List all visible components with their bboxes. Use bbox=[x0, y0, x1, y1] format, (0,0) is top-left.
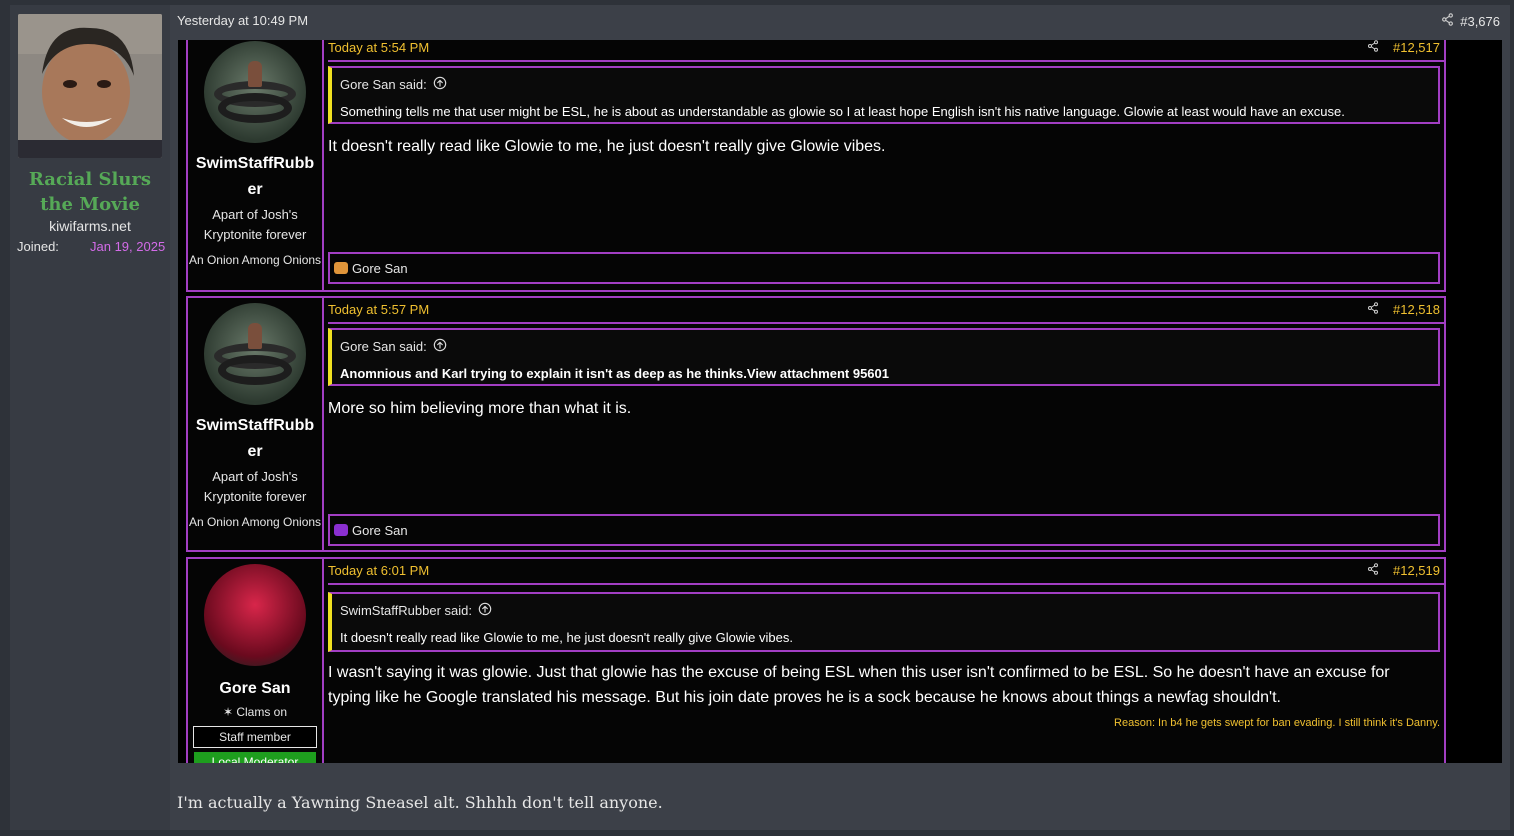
embedded-user-panel: SwimStaffRubber Apart of Josh's Kryptoni… bbox=[188, 298, 324, 550]
share-icon bbox=[1367, 40, 1379, 55]
share-icon bbox=[1367, 563, 1379, 578]
embedded-avatar bbox=[204, 41, 306, 143]
quote-block: SwimStaffRubber said: It doesn't really … bbox=[328, 592, 1440, 652]
screenshot-image: SwimStaffRubber Apart of Josh's Kryptoni… bbox=[178, 40, 1502, 763]
user-site: kiwifarms.net bbox=[49, 218, 131, 234]
quote-block: Gore San said: Something tells me that u… bbox=[328, 66, 1440, 124]
embedded-number: #12,517 bbox=[1393, 40, 1440, 55]
post-number-group: #3,676 bbox=[1441, 13, 1500, 29]
post-container: Racial Slurs the Movie kiwifarms.net Joi… bbox=[10, 5, 1510, 830]
embedded-username: SwimStaffRubber bbox=[195, 155, 315, 198]
reaction-bar: Gore San bbox=[328, 252, 1440, 284]
embedded-number: #12,518 bbox=[1393, 302, 1440, 317]
embedded-body: It doesn't really read like Glowie to me… bbox=[328, 138, 886, 155]
embedded-post-main: Today at 5:54 PM #12,517 Gore San said: … bbox=[328, 40, 1444, 290]
embedded-user-panel: Gore San ✶ Clams on Staff member Local M… bbox=[188, 559, 324, 763]
embedded-body-line2: typing like he Google translated his mes… bbox=[328, 689, 1281, 706]
embedded-number: #12,519 bbox=[1393, 563, 1440, 578]
quote-text: Anomnious and Karl trying to explain it … bbox=[340, 366, 889, 381]
quote-text: It doesn't really read like Glowie to me… bbox=[340, 630, 793, 645]
embedded-post: SwimStaffRubber Apart of Josh's Kryptoni… bbox=[186, 296, 1446, 552]
quote-author: SwimStaffRubber said: bbox=[340, 603, 472, 618]
embedded-number-group: #12,517 bbox=[1367, 40, 1440, 55]
reaction-user: Gore San bbox=[352, 522, 408, 538]
arrow-up-circle-icon bbox=[433, 76, 447, 93]
quote-author-row: Gore San said: bbox=[340, 338, 447, 355]
embedded-user-title: ✶ Clams on bbox=[222, 705, 288, 719]
arrow-up-circle-icon bbox=[433, 338, 447, 355]
embedded-date: Today at 5:57 PM bbox=[328, 302, 430, 317]
joined-label: Joined: bbox=[17, 239, 59, 254]
embedded-number-group: #12,518 bbox=[1367, 302, 1440, 317]
reaction-user: Gore San bbox=[352, 260, 408, 276]
embedded-username: Gore San bbox=[219, 680, 291, 697]
divider bbox=[328, 60, 1444, 62]
quote-author-row: SwimStaffRubber said: bbox=[340, 602, 492, 619]
edit-reason: Reason: In b4 he gets swept for ban evad… bbox=[1114, 717, 1440, 729]
arrow-up-circle-icon bbox=[478, 602, 492, 619]
quote-author-row: Gore San said: bbox=[340, 76, 447, 93]
embedded-user-rank: An Onion Among Onions bbox=[188, 515, 322, 529]
quote-author: Gore San said: bbox=[340, 339, 427, 354]
embedded-post-main: Today at 5:57 PM #12,518 Gore San said: … bbox=[328, 298, 1444, 550]
quote-text: Something tells me that user might be ES… bbox=[340, 104, 1345, 119]
embedded-avatar bbox=[204, 564, 306, 666]
embedded-user-panel: SwimStaffRubber Apart of Josh's Kryptoni… bbox=[188, 40, 324, 290]
embedded-avatar bbox=[204, 303, 306, 405]
moderator-badge: Local Moderator bbox=[194, 752, 316, 763]
embedded-date: Today at 6:01 PM bbox=[328, 563, 430, 578]
embedded-user-title: Apart of Josh's Kryptonite forever bbox=[203, 469, 307, 504]
post-number[interactable]: #3,676 bbox=[1460, 14, 1500, 29]
embedded-post: SwimStaffRubber Apart of Josh's Kryptoni… bbox=[186, 40, 1446, 292]
embedded-date: Today at 5:54 PM bbox=[328, 40, 430, 55]
quote-author: Gore San said: bbox=[340, 77, 427, 92]
embedded-body: More so him believing more than what it … bbox=[328, 400, 632, 417]
user-avatar[interactable] bbox=[18, 14, 162, 158]
share-icon bbox=[1367, 302, 1379, 317]
user-sidebar: Racial Slurs the Movie kiwifarms.net Joi… bbox=[10, 5, 170, 830]
staff-badge: Staff member bbox=[193, 726, 317, 748]
share-icon[interactable] bbox=[1441, 13, 1454, 29]
reaction-bar: Gore San bbox=[328, 514, 1440, 546]
embedded-user-rank: An Onion Among Onions bbox=[188, 253, 322, 267]
embedded-post: Gore San ✶ Clams on Staff member Local M… bbox=[186, 557, 1446, 763]
username[interactable]: Racial Slurs the Movie bbox=[10, 167, 170, 217]
divider bbox=[328, 322, 1444, 324]
quote-block: Gore San said: Anomnious and Karl trying… bbox=[328, 328, 1440, 386]
reaction-icon bbox=[334, 262, 348, 274]
reaction-icon bbox=[334, 524, 348, 536]
embedded-number-group: #12,519 bbox=[1367, 563, 1440, 578]
embedded-user-title: Apart of Josh's Kryptonite forever bbox=[203, 207, 307, 242]
embedded-body-line1: I wasn't saying it was glowie. Just that… bbox=[328, 664, 1390, 681]
joined-date: Jan 19, 2025 bbox=[90, 239, 166, 254]
post-timestamp[interactable]: Yesterday at 10:49 PM bbox=[177, 13, 308, 28]
divider bbox=[328, 583, 1444, 585]
embedded-username: SwimStaffRubber bbox=[195, 417, 315, 460]
post-body: I'm actually a Yawning Sneasel alt. Shhh… bbox=[177, 793, 663, 812]
embedded-post-main: Today at 6:01 PM #12,519 SwimStaffRubber… bbox=[328, 559, 1444, 763]
